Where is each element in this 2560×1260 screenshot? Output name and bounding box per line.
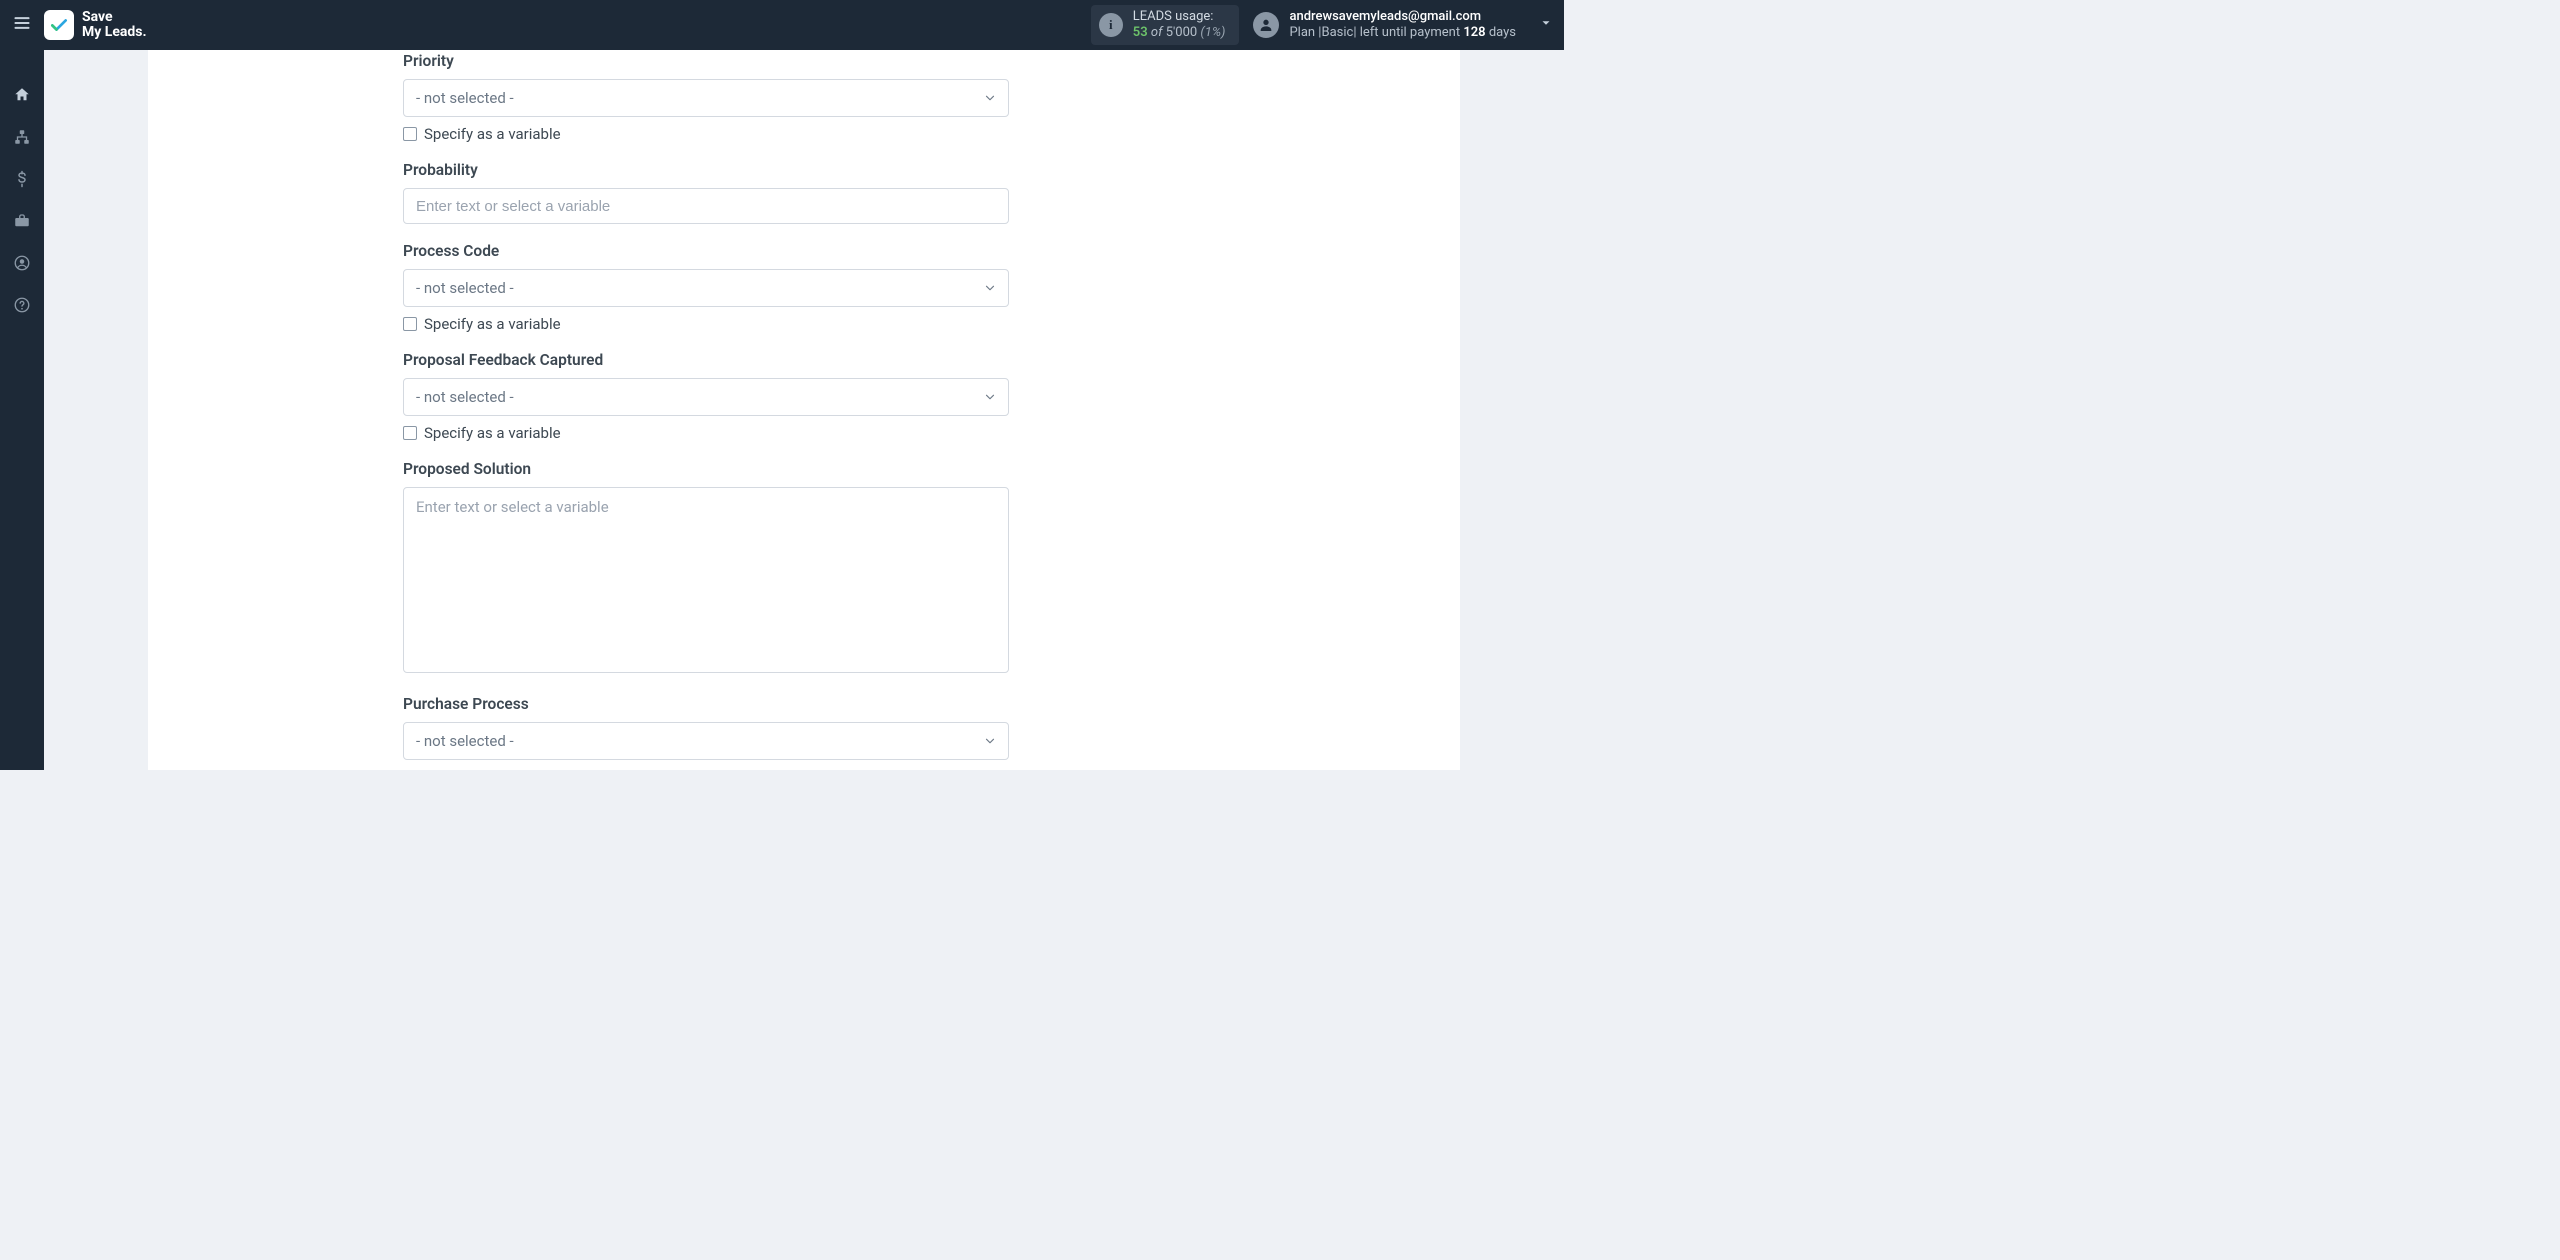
chevron-down-icon [982, 389, 998, 405]
sidebar-item-connections[interactable] [0, 122, 44, 156]
plan-name: Basic [1321, 25, 1353, 40]
field-label-priority: Priority [403, 52, 1009, 70]
specify-variable-purchase-process[interactable]: Specify as a variable [403, 768, 1009, 770]
specify-variable-process-code[interactable]: Specify as a variable [403, 315, 1009, 333]
select-priority[interactable]: - not selected - [403, 79, 1009, 117]
sidebar-item-home[interactable] [0, 80, 44, 114]
user-text: andrewsavemyleads@gmail.com Plan |Basic|… [1289, 9, 1516, 42]
plan-days: 128 [1463, 25, 1485, 40]
field-purchase-process: Purchase Process - not selected - Specif… [403, 695, 1009, 770]
usage-text: LEADS usage: 53 of 5'000 (1%) [1133, 9, 1226, 42]
plan-mid: | left until payment [1353, 25, 1463, 40]
usage-limit: 5'000 [1166, 25, 1198, 40]
sidebar-item-help[interactable] [0, 290, 44, 324]
select-value: - not selected - [416, 388, 514, 406]
page-content: Priority - not selected - Specify as a v… [44, 50, 1564, 770]
chevron-down-icon [982, 280, 998, 296]
logo-mark-icon [44, 10, 74, 40]
sidebar-nav [0, 50, 44, 770]
plan-days-suffix: days [1486, 25, 1516, 40]
checkbox-label: Specify as a variable [424, 125, 561, 143]
sidebar-item-account[interactable] [0, 248, 44, 282]
logo-text: Save My Leads. [82, 10, 147, 41]
input-probability[interactable] [403, 188, 1009, 224]
field-label-proposal-feedback: Proposal Feedback Captured [403, 351, 1009, 369]
usage-values: 53 of 5'000 (1%) [1133, 25, 1226, 41]
home-icon [13, 86, 31, 108]
header-expand-button[interactable] [1528, 16, 1564, 34]
user-circle-icon [13, 254, 31, 276]
usage-title: LEADS usage: [1133, 9, 1226, 25]
select-value: - not selected - [416, 732, 514, 750]
checkbox-icon [403, 127, 417, 141]
select-proposal-feedback[interactable]: - not selected - [403, 378, 1009, 416]
field-proposal-feedback: Proposal Feedback Captured - not selecte… [403, 351, 1009, 442]
field-label-probability: Probability [403, 161, 1009, 179]
chevron-down-icon [1539, 16, 1553, 34]
plan-prefix: Plan | [1289, 25, 1321, 40]
sidebar-item-billing[interactable] [0, 164, 44, 198]
usage-pct: (1%) [1200, 25, 1225, 40]
usage-used: 53 [1133, 25, 1148, 40]
hamburger-icon [12, 13, 32, 37]
question-circle-icon [13, 296, 31, 318]
form-card: Priority - not selected - Specify as a v… [148, 50, 1460, 770]
textarea-proposed-solution[interactable] [403, 487, 1009, 673]
user-plan: Plan |Basic| left until payment 128 days [1289, 25, 1516, 41]
menu-toggle-button[interactable] [0, 0, 44, 50]
checkbox-label: Specify as a variable [424, 424, 561, 442]
leads-usage-box[interactable]: i LEADS usage: 53 of 5'000 (1%) [1091, 5, 1240, 46]
user-menu[interactable]: andrewsavemyleads@gmail.com Plan |Basic|… [1253, 9, 1528, 42]
checkbox-label: Specify as a variable [424, 768, 561, 770]
checkbox-label: Specify as a variable [424, 315, 561, 333]
field-label-purchase-process: Purchase Process [403, 695, 1009, 713]
user-email: andrewsavemyleads@gmail.com [1289, 9, 1516, 25]
select-value: - not selected - [416, 279, 514, 297]
specify-variable-proposal-feedback[interactable]: Specify as a variable [403, 424, 1009, 442]
field-probability: Probability [403, 161, 1009, 224]
app-logo[interactable]: Save My Leads. [44, 10, 147, 41]
field-label-process-code: Process Code [403, 242, 1009, 260]
checkbox-icon [403, 426, 417, 440]
briefcase-icon [13, 212, 31, 234]
mapping-form: Priority - not selected - Specify as a v… [403, 50, 1009, 770]
chevron-down-icon [982, 733, 998, 749]
field-label-proposed-solution: Proposed Solution [403, 460, 1009, 478]
chevron-down-icon [982, 90, 998, 106]
select-purchase-process[interactable]: - not selected - [403, 722, 1009, 760]
avatar-icon [1253, 12, 1279, 38]
info-icon: i [1099, 13, 1123, 37]
select-value: - not selected - [416, 89, 514, 107]
field-process-code: Process Code - not selected - Specify as… [403, 242, 1009, 333]
usage-of: of [1151, 25, 1163, 40]
field-priority: Priority - not selected - Specify as a v… [403, 52, 1009, 143]
logo-line2: My Leads. [82, 24, 147, 40]
logo-line1: Save [82, 9, 113, 25]
checkbox-icon [403, 317, 417, 331]
app-header: Save My Leads. i LEADS usage: 53 of 5'00… [0, 0, 1564, 50]
field-proposed-solution: Proposed Solution [403, 460, 1009, 677]
sitemap-icon [13, 128, 31, 150]
dollar-icon [13, 170, 31, 192]
specify-variable-priority[interactable]: Specify as a variable [403, 125, 1009, 143]
select-process-code[interactable]: - not selected - [403, 269, 1009, 307]
sidebar-item-briefcase[interactable] [0, 206, 44, 240]
